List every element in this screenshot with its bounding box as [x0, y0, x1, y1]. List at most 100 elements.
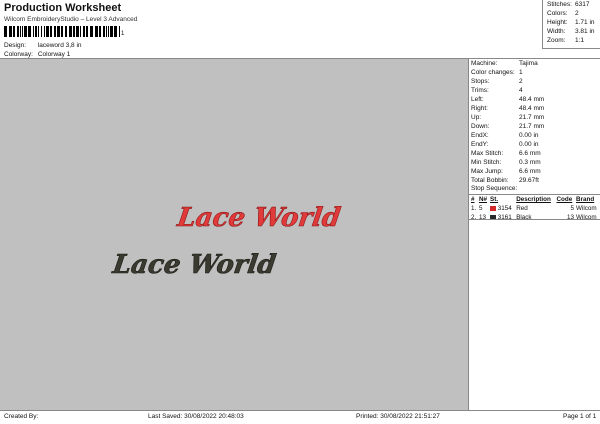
barcode-bar — [38, 26, 39, 37]
machine-stat-label: EndY: — [471, 141, 489, 148]
stat-label: Height: — [547, 19, 568, 26]
barcode-bar — [28, 26, 31, 37]
stop-row: 1. 5 3154 Red 5 Wilcom — [470, 204, 600, 213]
stop-stitch-number: 3154 — [497, 205, 512, 212]
stat-row: Width: 3.81 in — [543, 27, 600, 36]
stop-description: Red — [516, 205, 528, 212]
barcode-bar — [33, 26, 34, 37]
barcode-bar — [103, 26, 105, 37]
machine-stat-value: 1 — [519, 69, 523, 76]
footer-divider — [0, 410, 600, 411]
barcode-bar — [17, 26, 19, 37]
col-n: N# — [478, 196, 488, 203]
design-row: Design: laceword 3,8 in — [4, 41, 82, 50]
machine-stat-row: EndY: 0.00 in — [471, 140, 544, 149]
machine-stat-value: 21.7 mm — [519, 123, 545, 130]
machine-stat-label: Right: — [471, 105, 488, 112]
machine-stat-row: Stops: 2 — [471, 77, 544, 86]
machine-stat-label: Max Jump: — [471, 168, 503, 175]
machine-stat-label: Stops: — [471, 78, 490, 85]
machine-stat-value: 6.6 mm — [519, 168, 541, 175]
stop-num: 1. — [471, 205, 477, 212]
stop-needle: 5 — [478, 205, 483, 212]
machine-stat-value: 48.4 mm — [519, 105, 545, 112]
stat-label: Colors: — [547, 10, 568, 17]
printed-date: Printed: 30/08/2022 21:51:27 — [356, 413, 440, 420]
machine-stat-value: Tajima — [519, 60, 538, 67]
created-by: Created By: — [4, 413, 39, 420]
machine-stat-row: EndX: 0.00 in — [471, 131, 544, 140]
stop-sequence-header: # N# St. Description Code Brand — [470, 195, 600, 204]
barcode-bar — [95, 26, 98, 37]
machine-stat-label: Max Stitch: — [471, 150, 504, 157]
barcode-bar — [35, 26, 37, 37]
machine-stat-label: Trims: — [471, 87, 489, 94]
color-swatch — [490, 205, 497, 211]
page-number: Page 1 of 1 — [563, 413, 597, 420]
barcode-bar — [99, 26, 101, 37]
barcode-bar — [9, 26, 12, 37]
stop-brand: Wilcom — [576, 205, 597, 212]
software-subtitle: Wilcom EmbroideryStudio – Level 3 Advanc… — [4, 16, 138, 23]
barcode-bar — [50, 26, 52, 37]
stat-value: 6317 — [575, 1, 590, 8]
col-code: Code — [556, 196, 573, 203]
stop-st: 3154 — [489, 204, 515, 213]
barcode-bar — [86, 26, 88, 37]
barcode-bar — [54, 26, 56, 37]
barcode-bar — [119, 26, 120, 37]
stat-label: Width: — [547, 28, 566, 35]
stop-brand: Wilcom — [576, 214, 597, 221]
machine-stat-value: 29.67ft — [519, 177, 539, 184]
stop-description: Black — [516, 214, 532, 221]
stat-row: Height: 1.71 in — [543, 18, 600, 27]
stats-box: Stitches: 6317 Colors: 2 Height: 1.71 in Wi… — [542, 0, 600, 49]
machine-stat-value: 21.7 mm — [519, 114, 545, 121]
machine-stat-value: 4 — [519, 87, 523, 94]
barcode-bar — [114, 26, 117, 37]
last-saved: Last Saved: 30/08/2022 20:48:03 — [148, 413, 244, 420]
stop-num: 2. — [471, 214, 477, 221]
stat-value: 1:1 — [575, 37, 585, 44]
barcode-bar — [73, 26, 75, 37]
machine-stat-label: EndX: — [471, 132, 489, 139]
barcode-bar — [110, 26, 113, 37]
design-text-front: Lace World — [175, 202, 343, 233]
barcode-bar — [76, 26, 79, 37]
machine-stat-row: Color changes: 1 — [471, 68, 544, 77]
col-num: # — [471, 196, 475, 203]
barcode-bar — [4, 26, 7, 37]
machine-stat-row: Up: 21.7 mm — [471, 113, 544, 122]
barcode-bar — [44, 26, 45, 37]
machine-stat-value: 0.3 mm — [519, 159, 541, 166]
design-value: laceword 3,8 in — [37, 42, 82, 49]
machine-stat-row: Trims: 4 — [471, 86, 544, 95]
barcode-bar — [20, 26, 21, 37]
design-label: Design: — [4, 42, 27, 49]
machine-stat-value: 6.6 mm — [519, 150, 541, 157]
barcode-bar — [108, 26, 109, 37]
machine-stat-row: Total Bobbin: 29.67ft — [471, 176, 544, 185]
design-artwork: Lace World Lace World — [110, 202, 343, 280]
stop-row: 2. 13 3161 Black 13 Wilcom — [470, 213, 600, 222]
col-description: Description — [516, 196, 551, 203]
machine-stat-label: Down: — [471, 123, 490, 130]
stop-needle: 13 — [478, 214, 486, 221]
stat-row: Stitches: 6317 — [543, 0, 600, 9]
barcode-bar — [57, 26, 60, 37]
barcode-bar — [61, 26, 63, 37]
stop-code: 13 — [567, 214, 575, 221]
stop-sequence-title: Stop Sequence: — [471, 185, 518, 192]
stat-value: 1.71 in — [575, 19, 595, 26]
barcode-bar — [90, 26, 93, 37]
stop-sequence-table: # N# St. Description Code Brand 1. 5 3154… — [470, 195, 600, 222]
stat-label: Zoom: — [547, 37, 566, 44]
worksheet-title: Production Worksheet — [4, 2, 122, 14]
barcode-bar — [65, 26, 67, 37]
machine-stat-label: Color changes: — [471, 69, 515, 76]
design-preview: Lace World Lace World — [0, 59, 469, 410]
stat-row: Zoom: 1:1 — [543, 36, 600, 45]
machine-stat-row: Machine: Tajima — [471, 59, 544, 68]
machine-panel: Machine: Tajima Color changes: 1 Stops: 2 Trim… — [469, 59, 600, 410]
col-brand: Brand — [576, 196, 595, 203]
